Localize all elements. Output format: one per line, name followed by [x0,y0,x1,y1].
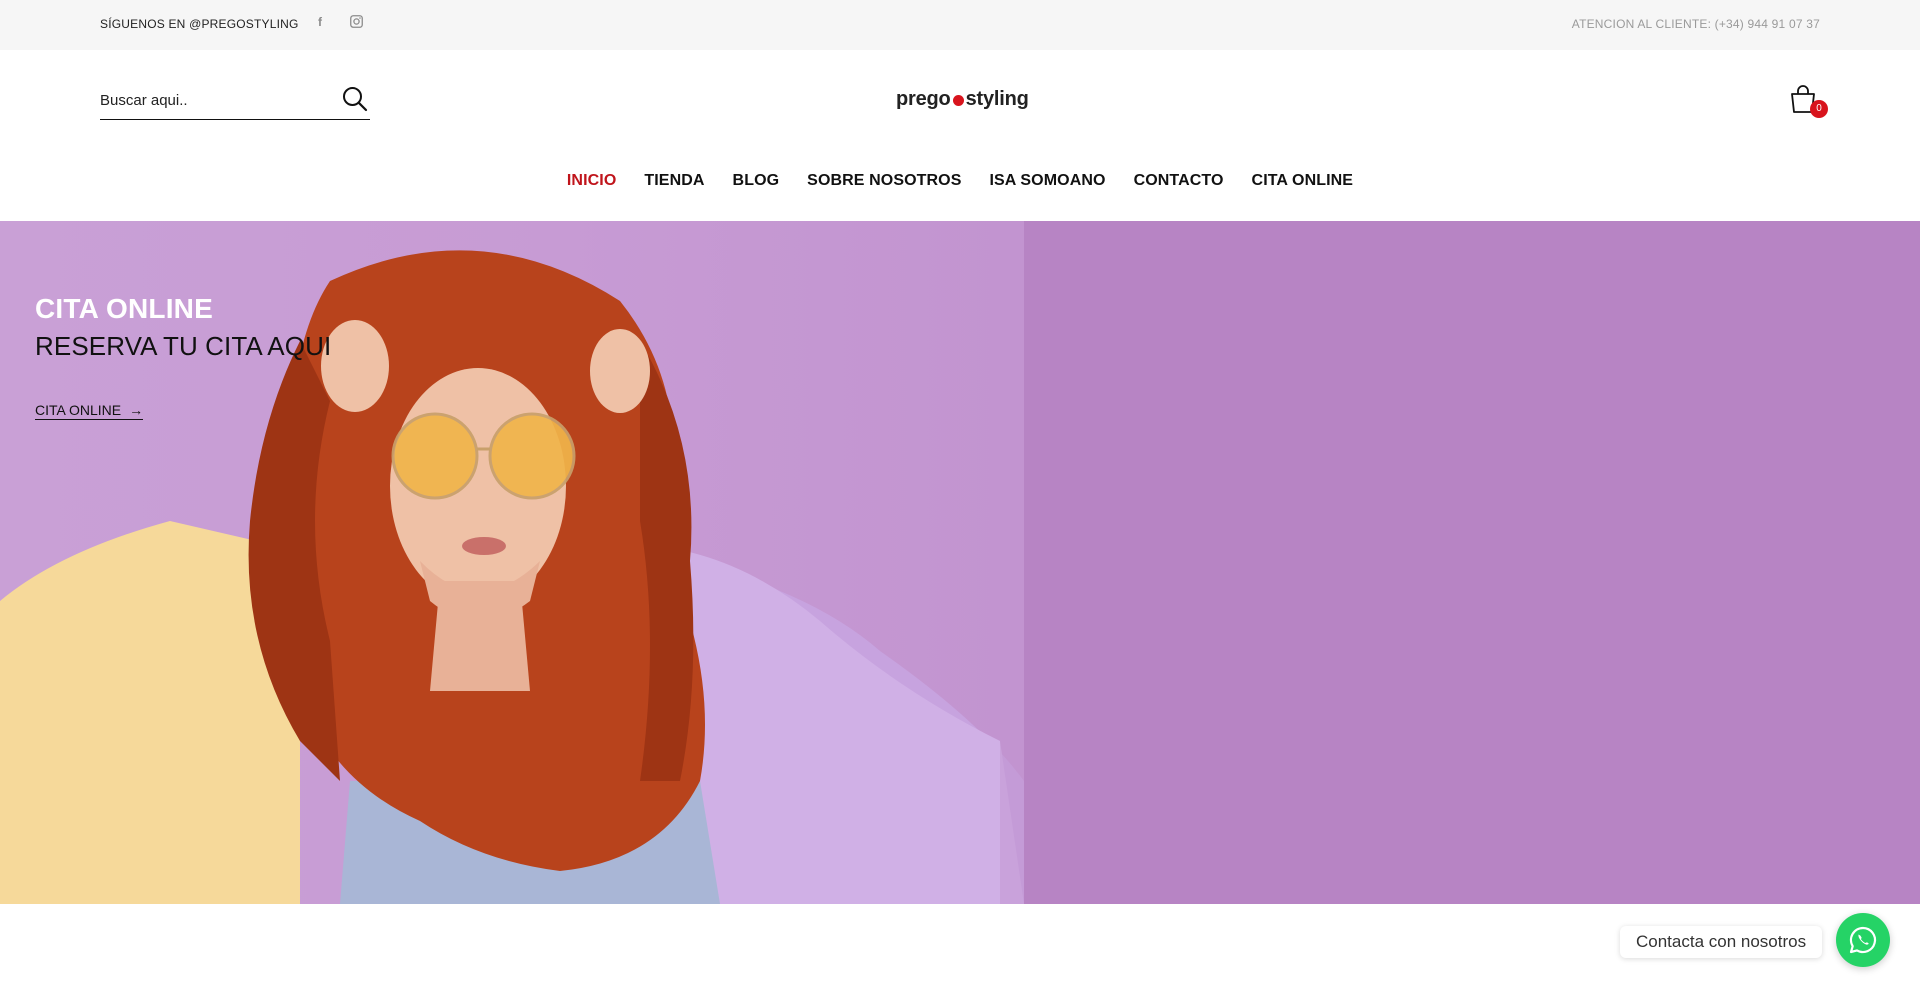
hero-cta-link[interactable]: CITA ONLINE → [35,402,144,420]
follow-text: SÍGUENOS EN @PREGOSTYLING [100,17,299,31]
facebook-icon[interactable]: f [312,14,328,30]
whatsapp-icon [1849,926,1877,954]
hero-subtitle: RESERVA TU CITA AQUI [35,331,332,361]
nav-item-tienda[interactable]: TIENDA [644,172,704,196]
cart-count-badge: 0 [1810,100,1828,118]
search-icon[interactable] [342,86,368,112]
customer-support-phone: ATENCION AL CLIENTE: (+34) 944 91 07 37 [1571,17,1820,31]
search-bar [100,84,370,120]
site-logo[interactable]: prego styling [896,86,1029,112]
hero-cta-label: CITA ONLINE [35,402,122,418]
hero-title: CITA ONLINE [35,293,213,324]
main-navigation: INICIO TIENDA BLOG SOBRE NOSOTROS ISA SO… [0,172,1920,196]
instagram-icon[interactable] [348,14,364,30]
top-bar: SÍGUENOS EN @PREGOSTYLING f ATENCION AL … [0,0,1920,50]
nav-item-sobre-nosotros[interactable]: SOBRE NOSOTROS [807,172,961,196]
logo-dot [952,94,964,106]
whatsapp-contact-label[interactable]: Contacta con nosotros [1620,926,1823,958]
cart-button[interactable]: 0 [1788,84,1828,120]
arrow-right-icon: → [129,402,144,418]
hero-banner: CITA ONLINE RESERVA TU CITA AQUI CITA ON… [0,221,1920,904]
nav-item-inicio[interactable]: INICIO [567,172,617,196]
logo-text-prego: prego [896,87,951,110]
whatsapp-button[interactable] [1836,913,1890,967]
nav-item-cita-online[interactable]: CITA ONLINE [1252,172,1354,196]
logo-text-styling: styling [965,87,1029,110]
search-input[interactable] [100,88,330,112]
nav-item-contacto[interactable]: CONTACTO [1134,172,1224,196]
nav-item-blog[interactable]: BLOG [733,172,780,196]
nav-item-isa-somoano[interactable]: ISA SOMOANO [989,172,1105,196]
